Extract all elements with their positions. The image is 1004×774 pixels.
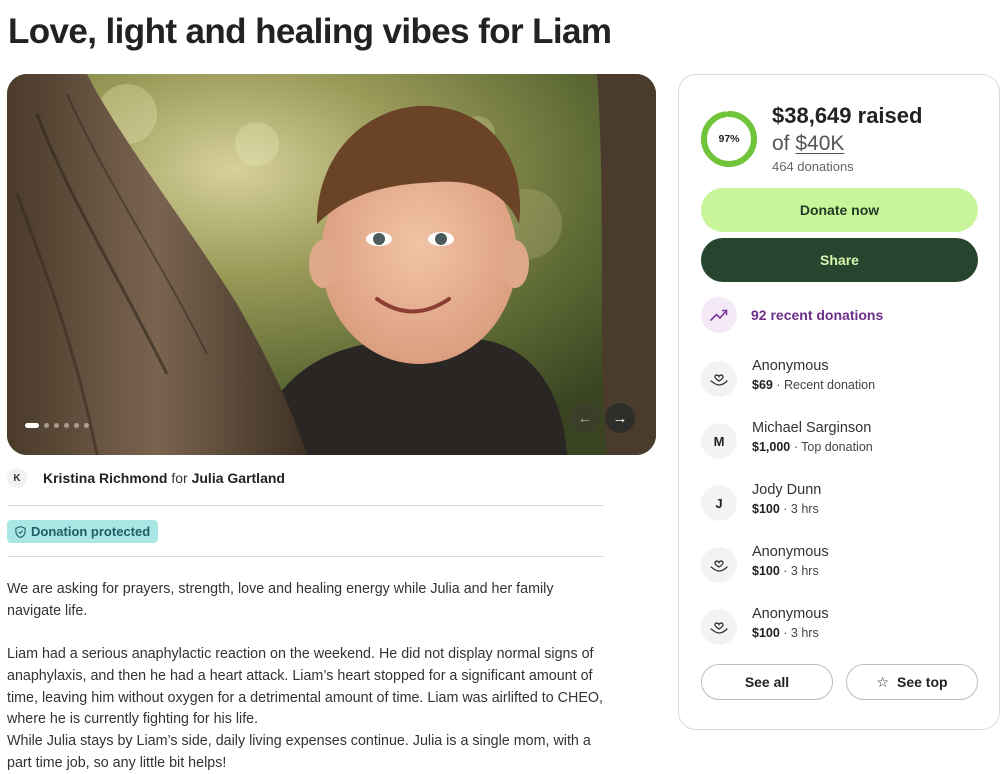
donation-detail: · 3 hrs: [783, 626, 819, 640]
donation-protected-label: Donation protected: [31, 524, 151, 539]
page-title: Love, light and healing vibes for Liam: [8, 12, 612, 51]
donation-amount: $1,000: [752, 440, 791, 454]
donation-detail: · Recent donation: [776, 378, 876, 392]
heart-hand-icon: [701, 609, 737, 645]
donation-item: Anonymous $100 · 3 hrs: [701, 605, 829, 645]
see-top-button[interactable]: ☆ See top: [846, 664, 978, 700]
carousel-prev-button[interactable]: ←: [570, 403, 600, 433]
goal-line: of $40K: [772, 132, 844, 156]
donation-item: J Jody Dunn $100 · 3 hrs: [701, 481, 821, 521]
goal-amount[interactable]: $40K: [795, 132, 844, 155]
donor-name: Jody Dunn: [752, 482, 822, 498]
carousel-next-button[interactable]: →: [605, 403, 635, 433]
donation-amount: $100: [752, 564, 780, 578]
heart-hand-icon: [701, 547, 737, 583]
carousel-dot[interactable]: [44, 423, 49, 428]
beneficiary-name[interactable]: Julia Gartland: [192, 470, 285, 486]
carousel-dot[interactable]: [54, 423, 59, 428]
donation-amount: $69: [752, 378, 773, 392]
recent-donations-label: 92 recent donations: [751, 307, 884, 323]
organizer-line: K Kristina Richmond for Julia Gartland: [7, 468, 285, 488]
arrow-right-icon: →: [612, 409, 628, 427]
donation-card: 97% $38,649 raised of $40K 464 donations…: [678, 74, 1000, 730]
donor-avatar: M: [701, 423, 737, 459]
organizer-connector: for: [171, 470, 188, 486]
story-paragraph: We are asking for prayers, strength, lov…: [7, 581, 554, 619]
donation-item: Anonymous $100 · 3 hrs: [701, 543, 829, 583]
recent-donations-link[interactable]: 92 recent donations: [701, 297, 883, 333]
progress-percent: 97%: [718, 133, 740, 145]
share-button[interactable]: Share: [701, 238, 978, 282]
carousel-dot[interactable]: [64, 423, 69, 428]
donation-detail: · 3 hrs: [783, 564, 819, 578]
donations-count: 464 donations: [772, 159, 854, 174]
carousel-dot[interactable]: [74, 423, 79, 428]
story-paragraph: Liam had a serious anaphylactic reaction…: [7, 646, 603, 728]
donor-avatar: J: [701, 485, 737, 521]
arrow-left-icon: ←: [577, 409, 593, 427]
see-all-button[interactable]: See all: [701, 664, 833, 700]
donation-item: M Michael Sarginson $1,000 · Top donatio…: [701, 419, 873, 459]
carousel-dot[interactable]: [84, 423, 89, 428]
donor-name: Michael Sarginson: [752, 420, 872, 436]
donation-amount: $100: [752, 502, 780, 516]
see-all-label: See all: [744, 674, 790, 690]
donate-now-button[interactable]: Donate now: [701, 188, 978, 232]
shield-icon: [15, 525, 26, 538]
carousel-dot[interactable]: [25, 423, 39, 428]
donation-item: Anonymous $69 · Recent donation: [701, 357, 875, 397]
donation-protected-badge[interactable]: Donation protected: [7, 520, 159, 543]
divider: [7, 556, 604, 557]
boy-in-tree-photo: [7, 74, 656, 455]
see-top-label: See top: [896, 674, 948, 690]
divider: [7, 505, 604, 506]
heart-hand-icon: [701, 361, 737, 397]
donation-detail: · Top donation: [793, 440, 873, 454]
goal-prefix: of: [772, 132, 790, 155]
star-icon: ☆: [876, 673, 889, 690]
donor-name: Anonymous: [752, 544, 829, 560]
organizer-avatar: K: [7, 468, 27, 488]
donation-detail: · 3 hrs: [783, 502, 819, 516]
donation-amount: $100: [752, 626, 780, 640]
story-paragraph: While Julia stays by Liam’s side, daily …: [7, 732, 591, 771]
trending-up-icon: [701, 297, 737, 333]
hero-image[interactable]: [7, 74, 656, 455]
campaign-story: We are asking for prayers, strength, lov…: [7, 579, 607, 774]
amount-raised: $38,649 raised: [772, 103, 923, 128]
carousel-indicators[interactable]: [25, 423, 89, 428]
organizer-name[interactable]: Kristina Richmond: [43, 470, 167, 486]
donor-name: Anonymous: [752, 606, 829, 622]
donor-name: Anonymous: [752, 358, 829, 374]
